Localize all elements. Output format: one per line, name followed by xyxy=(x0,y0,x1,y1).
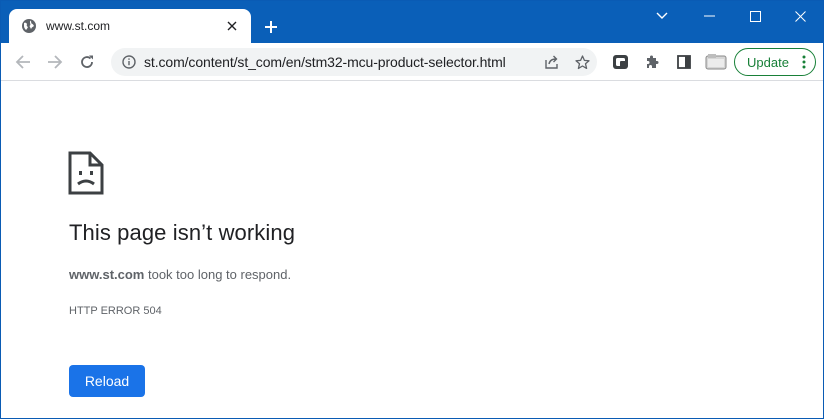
browser-window: www.st.com st.com/content/st_com/en/stm3… xyxy=(0,0,824,419)
extensions-button[interactable] xyxy=(638,48,666,76)
tab-search-button[interactable] xyxy=(639,1,685,31)
maximize-icon xyxy=(749,10,761,22)
menu-dots-icon[interactable] xyxy=(793,55,815,69)
page-content: This page isn’t working www.st.com took … xyxy=(1,82,823,418)
browser-tab[interactable]: www.st.com xyxy=(9,9,251,43)
close-window-button[interactable] xyxy=(777,1,823,31)
url-text[interactable]: st.com/content/st_com/en/stm32-mcu-produ… xyxy=(144,54,537,70)
star-icon[interactable] xyxy=(567,48,597,76)
browser-toolbar: st.com/content/st_com/en/stm32-mcu-produ… xyxy=(1,43,823,81)
arrow-right-icon xyxy=(48,55,63,69)
profile-avatar[interactable] xyxy=(702,48,730,76)
side-panel-icon xyxy=(677,55,691,69)
extension-button[interactable] xyxy=(607,48,635,76)
address-bar[interactable]: st.com/content/st_com/en/stm32-mcu-produ… xyxy=(111,48,597,76)
info-icon[interactable] xyxy=(114,55,144,69)
new-tab-button[interactable] xyxy=(259,15,283,39)
plus-icon xyxy=(265,21,277,33)
sad-page-icon xyxy=(68,151,104,195)
forward-button[interactable] xyxy=(41,48,69,76)
error-description-text: took too long to respond. xyxy=(144,267,292,282)
chevron-down-icon xyxy=(656,12,668,19)
reload-button[interactable]: Reload xyxy=(69,365,145,397)
puzzle-icon xyxy=(647,55,659,68)
update-button[interactable]: Update xyxy=(734,48,816,76)
error-description: www.st.com took too long to respond. xyxy=(69,267,291,282)
reload-icon xyxy=(81,55,93,68)
extension-logo-icon xyxy=(613,55,628,69)
minimize-icon xyxy=(703,15,715,17)
back-button[interactable] xyxy=(9,48,37,76)
tab-strip: www.st.com xyxy=(1,1,823,43)
minimize-button[interactable] xyxy=(686,1,732,31)
error-host: www.st.com xyxy=(69,267,145,282)
share-icon[interactable] xyxy=(537,48,567,76)
avatar-icon xyxy=(705,54,727,70)
update-label: Update xyxy=(747,54,789,70)
arrow-left-icon xyxy=(15,55,30,69)
tab-title: www.st.com xyxy=(46,19,111,33)
side-panel-button[interactable] xyxy=(670,48,698,76)
error-code: HTTP ERROR 504 xyxy=(69,305,162,317)
reload-toolbar-button[interactable] xyxy=(73,48,101,76)
error-title: This page isn’t working xyxy=(69,220,296,245)
close-icon xyxy=(794,10,806,22)
globe-icon xyxy=(21,18,37,34)
close-icon[interactable] xyxy=(223,17,241,35)
maximize-button[interactable] xyxy=(732,1,778,31)
